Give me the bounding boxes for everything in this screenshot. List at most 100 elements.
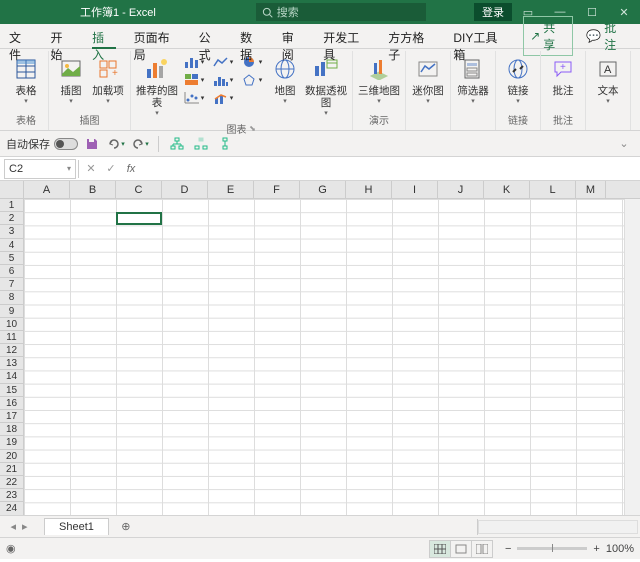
row-header[interactable]: 6 (0, 265, 23, 278)
group-text: A 文本▾ (586, 51, 631, 130)
name-box[interactable]: C2▾ (4, 159, 76, 179)
tab-data[interactable]: 数据 (231, 24, 273, 48)
vertical-scrollbar[interactable] (624, 199, 640, 515)
scatter-chart-button[interactable]: ▾ (180, 89, 208, 107)
tab-diy[interactable]: DIY工具箱 (444, 24, 517, 48)
row-header[interactable]: 2 (0, 212, 23, 225)
page-layout-view-button[interactable] (450, 540, 472, 558)
org-chart2-button[interactable] (191, 134, 211, 154)
col-header[interactable]: I (392, 181, 438, 198)
col-header[interactable]: B (70, 181, 116, 198)
surface-chart-button[interactable]: ▾ (238, 71, 266, 89)
formula-bar: C2▾ ✕ ✓ fx (0, 157, 640, 181)
tab-review[interactable]: 审阅 (273, 24, 315, 48)
zoom-out-button[interactable]: − (505, 543, 511, 555)
row-header[interactable]: 18 (0, 423, 23, 436)
select-all-corner[interactable] (0, 181, 24, 198)
row-header[interactable]: 22 (0, 476, 23, 489)
row-header[interactable]: 3 (0, 225, 23, 238)
tab-insert[interactable]: 插入 (83, 24, 125, 48)
row-header[interactable]: 23 (0, 489, 23, 502)
row-header[interactable]: 8 (0, 291, 23, 304)
undo-button[interactable]: ▾ (106, 134, 126, 154)
insert-function-button[interactable]: fx (121, 163, 141, 175)
row-header[interactable]: 17 (0, 410, 23, 423)
row-header[interactable]: 12 (0, 344, 23, 357)
col-header[interactable]: K (484, 181, 530, 198)
row-header[interactable]: 19 (0, 436, 23, 449)
org-chart1-button[interactable] (167, 134, 187, 154)
text-button[interactable]: A 文本▾ (590, 53, 626, 107)
col-header[interactable]: M (576, 181, 606, 198)
row-header[interactable]: 11 (0, 331, 23, 344)
add-sheet-button[interactable]: ⊕ (115, 520, 137, 533)
col-header[interactable]: J (438, 181, 484, 198)
redo-button[interactable]: ▾ (130, 134, 150, 154)
row-header[interactable]: 16 (0, 397, 23, 410)
zoom-level[interactable]: 100% (606, 543, 634, 555)
next-sheet-icon[interactable]: ▸ (22, 520, 28, 533)
cancel-formula-button[interactable]: ✕ (81, 162, 101, 175)
normal-view-button[interactable] (429, 540, 451, 558)
save-icon (85, 137, 99, 151)
row-header[interactable]: 20 (0, 450, 23, 463)
org-chart3-button[interactable] (215, 134, 235, 154)
charts-launcher-icon[interactable]: ⬊ (249, 124, 257, 133)
col-header[interactable]: H (346, 181, 392, 198)
row-header[interactable]: 13 (0, 357, 23, 370)
histogram-icon (213, 73, 229, 87)
row-header[interactable]: 10 (0, 318, 23, 331)
prev-sheet-icon[interactable]: ◂ (10, 520, 16, 533)
row-header[interactable]: 14 (0, 370, 23, 383)
horizontal-scrollbar[interactable] (478, 520, 638, 534)
sheet-tab[interactable]: Sheet1 (44, 518, 109, 535)
autosave-toggle[interactable]: 自动保存 (6, 136, 78, 152)
enter-formula-button[interactable]: ✓ (101, 162, 121, 175)
link-button[interactable]: 链接▾ (500, 53, 536, 107)
col-header[interactable]: E (208, 181, 254, 198)
combo-chart-button[interactable]: ▾ (209, 89, 237, 107)
sheet-nav[interactable]: ◂▸ (0, 520, 38, 533)
col-header[interactable]: F (254, 181, 300, 198)
record-macro-icon[interactable]: ◉ (6, 542, 16, 555)
col-header[interactable]: G (300, 181, 346, 198)
tab-file[interactable]: 文件 (0, 24, 42, 48)
tab-layout[interactable]: 页面布局 (125, 24, 190, 48)
zoom-in-button[interactable]: + (593, 543, 599, 555)
tab-ffgz[interactable]: 方方格子 (379, 24, 444, 48)
row-header[interactable]: 21 (0, 463, 23, 476)
comment-button[interactable]: + 批注 (545, 53, 581, 99)
page-break-view-button[interactable] (471, 540, 493, 558)
statistic-chart-button[interactable]: ▾ (209, 71, 237, 89)
row-header[interactable]: 1 (0, 199, 23, 212)
col-header[interactable]: D (162, 181, 208, 198)
col-header[interactable]: C (116, 181, 162, 198)
zoom-slider[interactable] (517, 547, 587, 550)
save-button[interactable] (82, 134, 102, 154)
comments-button[interactable]: 💬批注 (579, 16, 634, 56)
login-button[interactable]: 登录 (474, 3, 512, 21)
row-header[interactable]: 9 (0, 305, 23, 318)
tab-formulas[interactable]: 公式 (190, 24, 232, 48)
line-chart-button[interactable]: ▾ (209, 53, 237, 71)
collapse-ribbon-button[interactable]: ⌄ (614, 134, 634, 154)
col-header[interactable]: A (24, 181, 70, 198)
formula-input[interactable] (141, 159, 640, 179)
row-headers: 1 2 3 4 5 6 7 8 9 10 11 12 13 14 15 16 1… (0, 199, 24, 515)
hierarchy-chart-button[interactable]: ▾ (180, 71, 208, 89)
cell-area[interactable] (24, 199, 640, 515)
sparklines-button[interactable]: 迷你图▾ (410, 53, 446, 107)
tab-developer[interactable]: 开发工具 (314, 24, 379, 48)
row-header[interactable]: 15 (0, 384, 23, 397)
tab-home[interactable]: 开始 (42, 24, 84, 48)
spreadsheet-grid[interactable]: A B C D E F G H I J K L M 1 2 3 4 5 6 7 … (0, 181, 640, 515)
row-header[interactable]: 24 (0, 502, 23, 515)
col-header[interactable]: L (530, 181, 576, 198)
symbols-button[interactable]: Ω 符号▾ (635, 53, 640, 107)
share-button[interactable]: ↗共享 (523, 16, 573, 56)
row-header[interactable]: 4 (0, 239, 23, 252)
redo-icon (131, 137, 145, 151)
search-box[interactable]: 搜索 (256, 3, 426, 21)
row-header[interactable]: 5 (0, 252, 23, 265)
row-header[interactable]: 7 (0, 278, 23, 291)
